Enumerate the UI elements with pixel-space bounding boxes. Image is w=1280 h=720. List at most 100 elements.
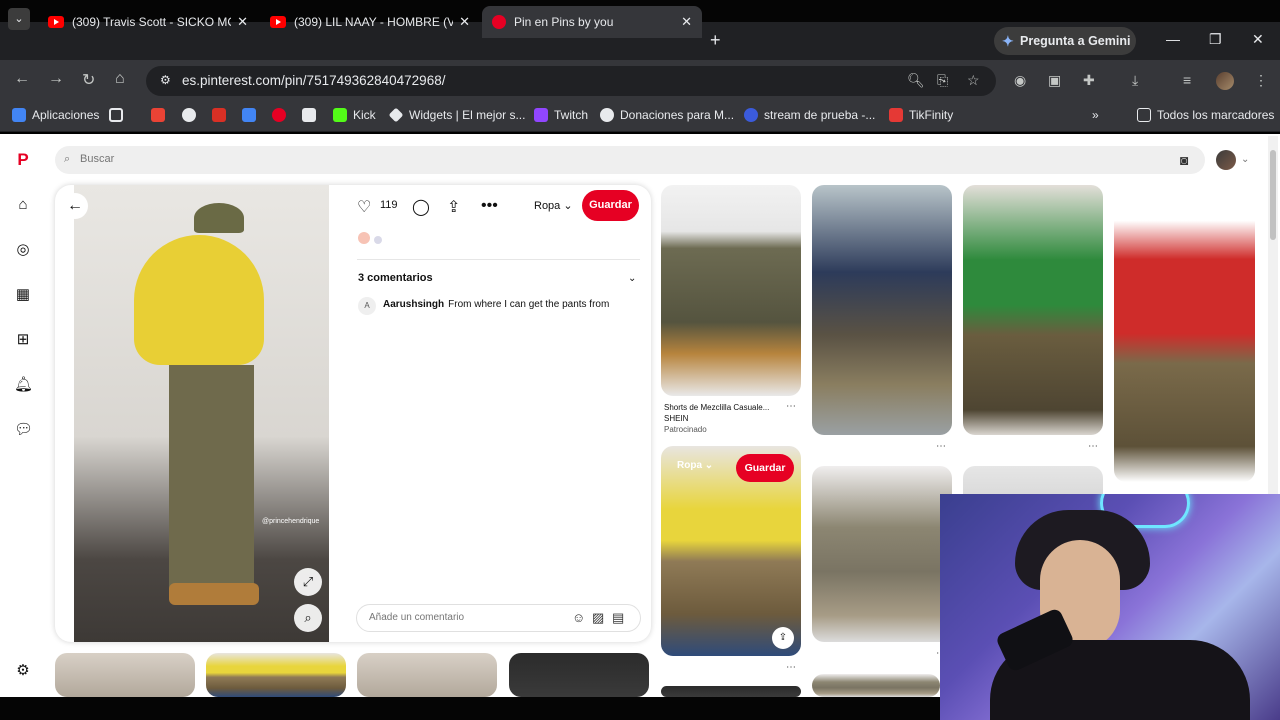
visual-search-icon[interactable]: ⌕ <box>294 604 322 632</box>
expand-icon[interactable]: ⤢ <box>294 568 322 596</box>
tab-pinterest[interactable]: Pin en Pins by you ✕ <box>482 6 702 38</box>
search-placeholder: Buscar <box>80 153 115 165</box>
home-icon[interactable]: ⌂ <box>115 70 125 88</box>
pin-tile-bottom-3[interactable] <box>357 653 497 697</box>
pin-image[interactable] <box>74 185 329 642</box>
tab-search-button[interactable]: ⌄ <box>8 8 30 30</box>
profile-avatar[interactable] <box>1216 72 1234 90</box>
messages-icon[interactable]: 💬︎ <box>14 421 33 439</box>
search-input[interactable] <box>55 146 1205 174</box>
save-button[interactable]: Guardar <box>582 190 639 221</box>
board-name: Ropa <box>534 200 561 212</box>
bookmark-stream-prueba[interactable]: stream de prueba -... <box>744 108 875 122</box>
bookmark-donaciones[interactable]: Donaciones para M... <box>600 108 734 122</box>
download-icon[interactable]: ⤓ <box>1132 72 1138 89</box>
back-arrow-icon[interactable]: ← <box>62 193 88 219</box>
explore-compass-icon[interactable]: ◎ <box>14 241 32 259</box>
chevron-down-icon[interactable]: ⌄ <box>628 273 636 284</box>
bookmark-gmail[interactable] <box>151 108 171 122</box>
share-icon[interactable]: ⇪ <box>772 627 794 649</box>
tile-save-button[interactable]: Guardar <box>736 454 794 482</box>
close-icon[interactable]: ✕ <box>681 14 692 30</box>
tile-title[interactable]: Shorts de Mezclilla Casuale... <box>664 403 769 412</box>
tile-board-select[interactable]: Ropa ⌄ <box>677 460 713 471</box>
heart-icon[interactable]: ♡ <box>357 197 371 217</box>
close-icon[interactable]: ✕ <box>237 14 248 30</box>
cast-icon[interactable]: ⎘ <box>937 72 948 89</box>
close-window-button[interactable]: ✕ <box>1252 31 1264 48</box>
gemini-label: Pregunta a Gemini <box>1020 34 1131 48</box>
back-arrow-icon[interactable]: ← <box>14 70 30 88</box>
pin-tile-bottom-2[interactable] <box>206 653 346 697</box>
extension-globe-icon[interactable]: ◉ <box>1014 72 1026 89</box>
notifications-bell-icon[interactable]: 🔔︎ <box>14 376 33 394</box>
more-options-icon[interactable]: ⋯ <box>786 401 796 412</box>
bookmark-grid[interactable] <box>109 108 129 122</box>
all-bookmarks[interactable]: Todos los marcadores <box>1137 108 1274 122</box>
restore-button[interactable]: ❐ <box>1209 31 1222 48</box>
pin-tile-camo-jacket[interactable] <box>812 466 952 642</box>
bookmark-star-icon[interactable]: ☆ <box>967 72 980 89</box>
comment-username[interactable]: Aarushsingh <box>383 299 444 310</box>
close-icon[interactable]: ✕ <box>459 14 470 30</box>
boards-icon[interactable]: ▦ <box>14 286 32 304</box>
home-icon[interactable]: ⌂ <box>14 196 32 214</box>
image-icon[interactable]: ▤ <box>612 610 624 626</box>
visual-search-camera-icon[interactable]: ◙ <box>1180 152 1188 168</box>
more-options-icon[interactable]: ••• <box>481 197 498 215</box>
pinterest-logo-icon[interactable]: P <box>14 151 32 169</box>
chevron-down-icon[interactable]: ⌄ <box>1241 154 1249 165</box>
sponsored-label: Patrocinado <box>664 425 707 434</box>
pin-tile-green-hoodie[interactable] <box>963 185 1103 435</box>
tab-lil-naay[interactable]: (309) LIL NAAY - HOMBRE (VID ✕ <box>260 6 480 38</box>
bookmark-label: Kick <box>353 108 376 122</box>
pin-tile-bottom-4[interactable] <box>509 653 649 697</box>
media-control-icon[interactable]: ≡ <box>1183 72 1191 88</box>
minimize-button[interactable]: — <box>1166 31 1180 47</box>
pin-tile-yellow-bandana[interactable] <box>812 185 952 435</box>
site-settings-icon[interactable]: ⚙ <box>160 73 176 89</box>
bookmark-kick[interactable]: Kick <box>333 108 376 122</box>
comments-header[interactable]: 3 comentarios <box>358 272 433 284</box>
more-bookmarks-icon[interactable]: » <box>1092 108 1099 122</box>
extension-box-icon[interactable]: ▣ <box>1048 72 1061 89</box>
bookmark-translate[interactable] <box>242 108 262 122</box>
forward-arrow-icon[interactable]: → <box>48 70 64 88</box>
pin-watermark: @princehendrique <box>262 518 320 525</box>
sticker-icon[interactable]: ▨ <box>592 610 604 626</box>
new-tab-button[interactable]: + <box>710 30 721 51</box>
more-options-icon[interactable]: ⋯ <box>786 662 796 673</box>
share-icon[interactable]: ⇪ <box>447 197 460 217</box>
bookmark-twitch[interactable]: Twitch <box>534 108 588 122</box>
bookmark-chrome[interactable] <box>182 108 202 122</box>
bookmark-apps[interactable]: Aplicaciones <box>12 108 99 122</box>
menu-dots-icon[interactable]: ⋮ <box>1254 72 1268 89</box>
more-options-icon[interactable]: ⋯ <box>936 441 946 452</box>
user-avatar[interactable] <box>1216 150 1236 170</box>
tab-travis-scott[interactable]: (309) Travis Scott - SICKO MOD ✕ <box>38 6 258 38</box>
reload-icon[interactable]: ↻ <box>82 70 95 90</box>
tile-brand[interactable]: SHEIN <box>664 414 688 423</box>
bookmark-pinterest[interactable] <box>272 108 292 122</box>
pin-tile-bottom-5[interactable] <box>661 686 801 697</box>
gemini-button[interactable]: ✦ Pregunta a Gemini <box>994 27 1136 55</box>
pin-tile-bottom-6[interactable] <box>812 674 940 697</box>
comment-avatar[interactable]: A <box>358 297 376 315</box>
scrollbar-thumb[interactable] <box>1270 150 1276 240</box>
url-text[interactable]: es.pinterest.com/pin/751749362840472968/ <box>182 73 445 88</box>
emoji-icon[interactable]: ☺ <box>572 610 585 625</box>
bookmark-widgets[interactable]: Widgets | El mejor s... <box>388 107 525 123</box>
bookmark-tikfinity[interactable]: TikFinity <box>889 108 953 122</box>
bookmark-red-app[interactable] <box>212 108 232 122</box>
pin-tile-red-hoodie[interactable] <box>1114 185 1255 482</box>
bookmark-widget[interactable] <box>302 108 322 122</box>
zoom-icon[interactable]: 🔍︎ <box>907 72 925 89</box>
extensions-puzzle-icon[interactable]: ✚ <box>1083 72 1095 89</box>
settings-gear-icon[interactable]: ⚙ <box>14 662 32 680</box>
pin-tile-bottom-1[interactable] <box>55 653 195 697</box>
more-options-icon[interactable]: ⋯ <box>1088 441 1098 452</box>
board-select[interactable]: Ropa ⌄ <box>534 199 573 212</box>
comment-icon[interactable]: ◯ <box>412 197 430 217</box>
pin-tile-camo-shorts[interactable] <box>661 185 801 396</box>
create-plus-icon[interactable]: ⊞ <box>14 331 32 349</box>
